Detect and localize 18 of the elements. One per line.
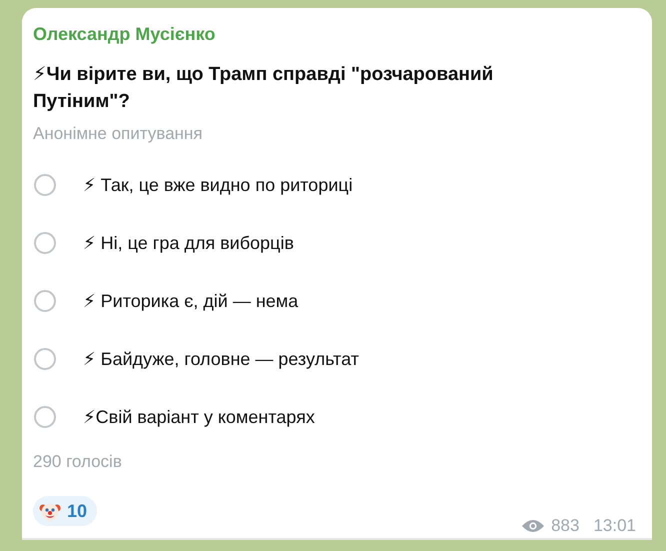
radio-button[interactable] bbox=[34, 348, 56, 370]
author-name: Олександр Мусієнко bbox=[33, 24, 216, 45]
view-count: 883 bbox=[551, 516, 580, 536]
eye-icon bbox=[521, 518, 546, 534]
option-label[interactable]: ⚡ Риторика є, дій — нема bbox=[83, 290, 298, 312]
vote-count: 290 голосів bbox=[33, 452, 123, 472]
option-label[interactable]: ⚡ Так, це вже видно по риториці bbox=[83, 174, 353, 196]
radio-button[interactable] bbox=[34, 406, 56, 428]
option-label[interactable]: ⚡ Байдуже, головне — результат bbox=[83, 348, 359, 370]
radio-button[interactable] bbox=[34, 232, 56, 254]
radio-button[interactable] bbox=[34, 290, 56, 312]
option-label[interactable]: ⚡Свій варіант у коментарях bbox=[83, 406, 315, 428]
radio-button[interactable] bbox=[34, 174, 56, 196]
poll-question: ⚡Чи вірите ви, що Трамп справді "розчарований Путіним"? bbox=[33, 63, 494, 114]
reaction-button[interactable]: 10 bbox=[33, 496, 98, 526]
poll-type: Анонімне опитування bbox=[33, 124, 204, 144]
message-time: 13:01 bbox=[593, 516, 636, 536]
option-label[interactable]: ⚡ Ні, це гра для виборців bbox=[83, 232, 294, 254]
